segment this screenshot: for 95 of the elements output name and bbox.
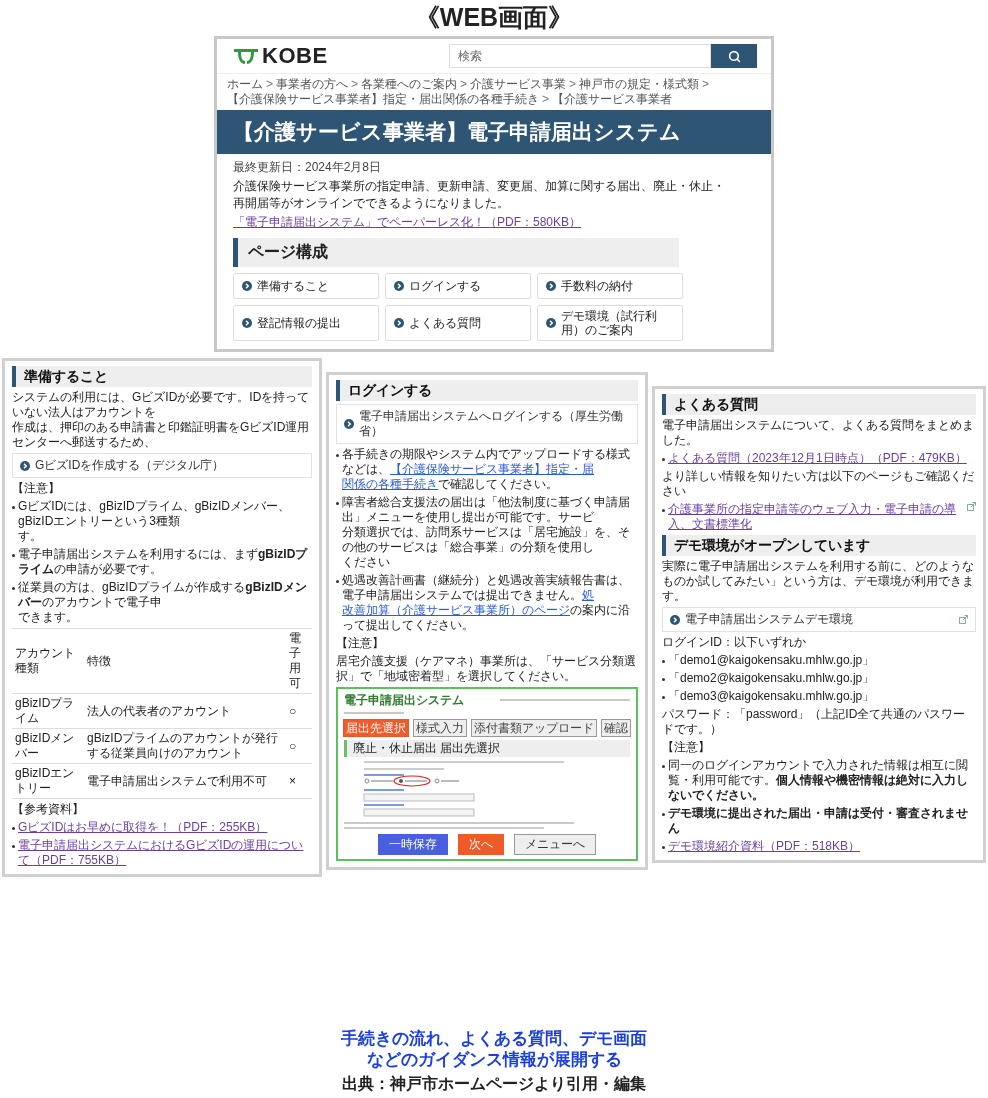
arrow-circle-icon [242,318,252,328]
form-button[interactable]: 一時保存 [378,834,448,855]
search-button[interactable] [711,44,757,68]
paragraph: 各手続きの期限やシステム内でアップロードする様式などは、【介護保険サービス事業者】指定・届 関係の各種手続きで確認してください。 [342,447,631,492]
paragraph: システムの利用には、GビズIDが必要です。IDを持っていない法人はアカウントを 作成は、押印のある申請書と印鑑証明書をGビズID運用センターへ郵送するため、 [12,390,311,450]
source-note: 出典：神戸市ホームページより引用・編集 [342,1074,646,1094]
breadcrumb-separator: > [569,77,577,92]
nav-card[interactable]: 手数料の納付 [537,273,683,299]
paragraph: 同一のログインアカウントで入力された情報は相互に閲覧・利用可能です。個人情報や機密情報は絶対に入力しないでください。 [668,758,969,803]
paragraph: 居宅介護支援（ケアマネ）事業所は、「サービス分類選択」で「地域密着型」を選択してください。 [336,654,637,684]
paragraph: 「demo2@kaigokensaku.mhlw.go.jp」 [668,671,875,686]
form-heading: 廃止・休止届出 届出先選択 [344,740,630,757]
updated-date: 最終更新日：2024年2月8日 [233,159,383,176]
link-card[interactable]: 電子申請届出システムへログインする（厚生労働省） [336,404,638,444]
paragraph: 【参考資料】 [12,802,84,817]
arrow-circle-icon [670,614,680,625]
table-cell: gBizIDプライムのアカウントが発行する従業員向けのアカウント [84,728,286,764]
paragraph: 【注意】 [336,636,384,651]
breadcrumb-link[interactable]: 神戸市の規定・様式類 [579,77,700,92]
logo-text: KOBE [262,43,328,69]
column-header: 電子用可 [286,628,312,694]
breadcrumb-link[interactable]: ホーム [227,77,263,92]
slide-title: 《WEB画面》 [414,2,574,32]
table-cell: ○ [286,728,312,764]
paragraph: より詳しい情報を知りたい方は以下のページもご確認ください [662,469,975,499]
table-cell: gBizIDメンバー [12,728,84,764]
document-link[interactable]: GビズIDはお早めに取得を！（PDF：255KB） [18,820,268,835]
section-heading: ページ構成 [233,238,679,267]
table-cell: × [286,763,312,799]
paragraph: GビズIDには、gBizIDプライム、gBizIDメンバー、gBizIDエントリーという3種類 す。 [18,499,292,544]
paragraph: デモ環境に提出された届出・申請は受付・審査されません [668,806,969,836]
nav-card[interactable]: 準備すること [233,273,379,299]
nav-card[interactable]: デモ環境（試行利用）のご案内 [537,305,683,341]
paragraph: 障害者総合支援法の届出は「他法制度に基づく申請届出」メニューを使用し提出が可能です。サービ 分類選択では、訪問系サービスは「居宅施設」を、その他のサービスは「総合事業」の分類を使用し ください [342,495,631,570]
intro-text: 介護保険サービス事業所の指定申請、更新申請、変更届、加算に関する届出、廃止・休止・再開届等がオンラインでできるようになりました。 [233,178,726,212]
document-link[interactable]: よくある質問（2023年12月1日時点）（PDF：479KB） [668,451,967,466]
text-link[interactable]: 処 [582,588,594,602]
table-cell: 電子申請届出システムで利用不可 [84,763,286,799]
paragraph: 処遇改善計画書（継続分）と処遇改善実績報告書は、電子申請届出システムでは提出できません。処 改善加算（介護サービス事業所）のページの案内に沿って提出してください。 [342,573,631,633]
table-cell: gBizIDエントリー [12,763,84,799]
breadcrumb-separator: > [351,77,359,92]
arrow-circle-icon [394,281,404,291]
paragraph: 電子申請届出システムを利用するには、まずgBizIDプライムの申請が必要です。 [18,547,309,577]
breadcrumb-link[interactable]: 事業者の方へ [276,77,348,92]
app-title: 電子申請届出システム [344,693,464,708]
column-header: アカウント種類 [12,628,84,694]
section-heading: よくある質問 [662,394,976,415]
paragraph: 【注意】 [662,740,710,755]
paragraph: ログインID：以下いずれか [662,635,806,650]
table-cell: ○ [286,693,312,729]
breadcrumb-link[interactable]: 【介護保険サービス事業者】指定・届出関係の各種手続き [227,92,539,107]
paragraph: 【注意】 [12,481,60,496]
link-card[interactable]: GビズIDを作成する（デジタル庁） [12,453,312,478]
breadcrumb-separator: > [460,77,468,92]
document-link[interactable]: デモ環境紹介資料（PDF：518KB） [668,839,861,854]
paragraph: 電子申請届出システムについて、よくある質問をまとめました。 [662,418,975,448]
breadcrumb-separator: > [542,92,549,107]
text-link[interactable]: 【介護保険サービス事業者】指定・届 [390,462,594,476]
search-field[interactable]: 検索 [449,44,711,68]
text-link[interactable]: 改善加算（介護サービス事業所）のページ [342,603,570,617]
arrow-circle-icon [344,419,354,429]
form-button[interactable]: メニューへ [514,834,596,855]
link-card[interactable]: 電子申請届出システムデモ環境 [662,607,976,632]
arrow-circle-icon [394,318,404,328]
document-link[interactable]: 介護事業所の指定申請等のウェブ入力・電子申請の導入、文書標準化 [668,502,964,532]
arrow-circle-icon [242,281,252,291]
table-cell: 法人の代表者のアカウント [84,693,286,729]
text-link[interactable]: 関係の各種手続き [342,477,438,491]
table-cell: gBizIDプライム [12,693,84,729]
paragraph: 従業員の方は、gBizIDプライムが作成するgBizIDメンバーのアカウントで電子申 できます。 [18,580,308,625]
breadcrumb-separator: > [266,77,273,92]
caption: 手続きの流れ、よくある質問、デモ画面 などのガイダンス情報が展開する [341,1028,647,1070]
section-heading: デモ環境がオープンしています [662,535,976,556]
paragraph: パスワード：「password」（上記ID全て共通のパスワードです。） [662,707,967,737]
paragraph: 実際に電子申請届出システムを利用する前に、どのようなものか試してみたい」という方は、デモ環境が利用できます。 [662,559,975,604]
section-heading: ログインする [336,380,638,401]
page-banner: 【介護サービス事業者】電子申請届出システム [217,110,771,154]
nav-card[interactable]: ログインする [385,273,531,299]
nav-card[interactable]: 登記情報の提出 [233,305,379,341]
arrow-circle-icon [546,281,556,291]
nav-card[interactable]: よくある質問 [385,305,531,341]
column-header: 特徴 [84,628,286,694]
section-heading: 準備すること [12,366,312,387]
breadcrumb-link[interactable]: 介護サービス事業 [470,77,567,92]
document-link[interactable]: 電子申請届出システムにおけるGビズIDの運用について（PDF：755KB） [18,838,312,868]
breadcrumb-link[interactable]: 【介護サービス事業者 [552,92,672,107]
arrow-circle-icon [20,460,30,471]
search-icon [727,49,741,63]
pdf-link[interactable]: 「電子申請届出システム」でペーパーレス化！（PDF：580KB） [233,214,582,231]
logo-icon [233,46,259,66]
arrow-circle-icon [546,318,556,328]
breadcrumb-link[interactable]: 各業種へのご案内 [361,77,458,92]
paragraph: 「demo1@kaigokensaku.mhlw.go.jp」 [668,653,875,668]
paragraph: 「demo3@kaigokensaku.mhlw.go.jp」 [668,689,875,704]
breadcrumb-separator: > [702,77,710,92]
